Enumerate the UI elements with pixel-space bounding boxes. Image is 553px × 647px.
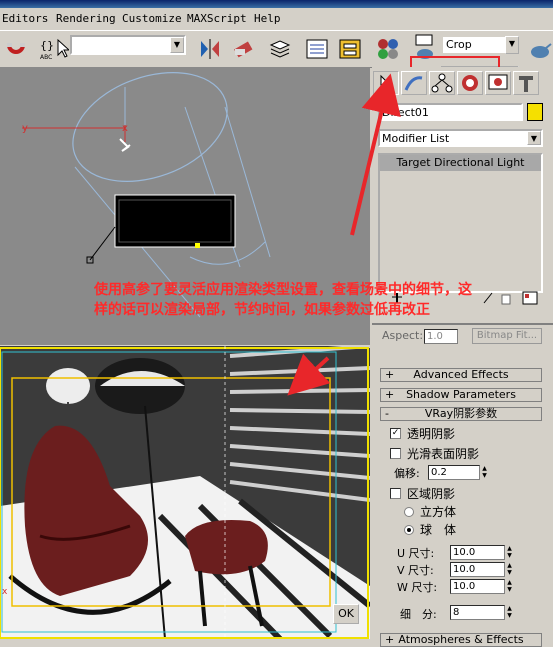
align-icon[interactable]	[231, 37, 255, 61]
w-size-field[interactable]: 10.0	[450, 579, 505, 594]
tab-create[interactable]	[373, 71, 399, 95]
u-size-spinner[interactable]: ▲ ▼	[505, 545, 514, 560]
layers-icon[interactable]	[268, 37, 292, 61]
object-name-field[interactable]: Direct01	[378, 103, 523, 121]
modifier-stack: Target Directional Light	[378, 153, 543, 293]
rollout-advanced-effects[interactable]: + Advanced Effects	[380, 368, 542, 382]
menu-maxscript[interactable]: MAXScript	[187, 12, 247, 25]
w-size-spinner[interactable]: ▲ ▼	[505, 579, 514, 594]
perspective-viewport[interactable]: x	[0, 346, 370, 639]
aspect-field[interactable]: 1.0	[424, 329, 458, 344]
abc-text: ABC	[40, 54, 52, 61]
smooth-surface-shadows-label: 光滑表面阴影	[407, 447, 480, 461]
tab-hierarchy[interactable]	[429, 71, 455, 95]
schematic-view-icon[interactable]	[338, 37, 362, 61]
transparent-shadows-label: 透明阴影	[407, 427, 456, 441]
cube-label: 立方体	[420, 505, 457, 519]
render-type-value: Crop	[446, 38, 472, 51]
persp-axis-label: x	[2, 587, 8, 597]
make-unique-icon[interactable]	[482, 291, 494, 305]
object-name-value: Direct01	[382, 106, 429, 119]
area-shadow-checkbox[interactable]	[390, 488, 401, 499]
bias-spinner[interactable]: ▲ ▼	[480, 465, 489, 480]
axis-x-label: x	[122, 123, 128, 134]
chevron-down-icon[interactable]: ▼	[170, 37, 184, 53]
menu-bar: Editors Rendering Customize MAXScript He…	[0, 8, 553, 31]
tutorial-annotation: 使用高参了要灵活应用渲染类型设置，查看场景中的细节，这样的话可以渲染局部，节约时…	[94, 282, 472, 318]
title-bar	[0, 0, 553, 8]
render-scene-teapot-icon[interactable]	[414, 34, 438, 59]
modifier-list-label: Modifier List	[382, 132, 450, 145]
object-color-swatch[interactable]	[527, 103, 543, 121]
w-size-label: W 尺寸:	[397, 581, 438, 594]
menu-rendering[interactable]: Rendering	[56, 12, 116, 25]
remove-modifier-icon[interactable]	[500, 291, 512, 305]
command-panel: Direct01 Modifier List ▼ Target Directio…	[372, 67, 553, 647]
chevron-down-icon[interactable]: ▼	[527, 131, 541, 145]
bias-label: 偏移:	[394, 467, 420, 480]
viewport-scene-persp: x	[0, 346, 370, 639]
rollout-shadow-parameters-label: Shadow Parameters	[406, 388, 516, 401]
area-shadow-label: 区域阴影	[407, 487, 456, 501]
smooth-surface-shadows-checkbox[interactable]	[390, 448, 401, 459]
configure-modifier-sets-icon[interactable]	[522, 291, 538, 305]
u-size-label: U 尺寸:	[397, 547, 435, 560]
v-size-label: V 尺寸:	[397, 564, 434, 577]
cube-radio[interactable]	[404, 507, 414, 517]
ok-button[interactable]: OK	[333, 604, 359, 624]
tab-display[interactable]	[485, 71, 511, 95]
u-size-field[interactable]: 10.0	[450, 545, 505, 560]
tab-motion[interactable]	[457, 71, 483, 95]
svg-text:{}: {}	[40, 39, 54, 52]
rollout-vray-shadow-params-label: VRay阴影参数	[424, 407, 498, 420]
material-editor-icon[interactable]	[376, 37, 400, 61]
sphere-radio[interactable]	[404, 525, 414, 535]
subdivs-spinner[interactable]: ▲ ▼	[505, 605, 514, 620]
magnet-snap-icon[interactable]	[4, 37, 28, 61]
rollout-atmospheres-effects-label: Atmospheres & Effects	[398, 633, 524, 646]
stack-item[interactable]: Target Directional Light	[380, 155, 541, 171]
curve-editor-icon[interactable]	[305, 37, 329, 61]
axis-y-label: y	[22, 123, 28, 134]
subdivs-field[interactable]: 8	[450, 605, 505, 620]
bias-field[interactable]: 0.2	[428, 465, 480, 480]
rollout-shadow-parameters[interactable]: + Shadow Parameters	[380, 388, 542, 402]
panel-divider	[372, 323, 553, 325]
menu-customize[interactable]: Customize	[122, 12, 182, 25]
chevron-down-icon[interactable]: ▼	[505, 36, 519, 54]
aspect-label: Aspect:	[382, 329, 424, 342]
tab-modify[interactable]	[401, 71, 427, 95]
modifier-list-dropdown[interactable]: Modifier List ▼	[378, 129, 543, 147]
rollout-atmospheres-effects[interactable]: + Atmospheres & Effects	[380, 633, 542, 647]
transparent-shadows-checkbox[interactable]: ✓	[390, 428, 401, 439]
subdivs-label: 细 分:	[400, 608, 437, 621]
tab-utilities[interactable]	[513, 71, 539, 95]
menu-help[interactable]: Help	[254, 12, 281, 25]
bitmap-fit-button[interactable]: Bitmap Fit...	[472, 328, 542, 344]
rollout-vray-shadow-params[interactable]: - VRay阴影参数	[380, 407, 542, 421]
v-size-field[interactable]: 10.0	[450, 562, 505, 577]
quick-render-teapot-icon[interactable]	[528, 34, 552, 58]
menu-editors[interactable]: Editors	[2, 12, 48, 25]
mirror-icon[interactable]	[198, 37, 222, 61]
v-size-spinner[interactable]: ▲ ▼	[505, 562, 514, 577]
named-selection-dropdown[interactable]: ▼	[70, 35, 186, 55]
sphere-label: 球 体	[420, 523, 457, 537]
rollout-advanced-effects-label: Advanced Effects	[413, 368, 509, 381]
